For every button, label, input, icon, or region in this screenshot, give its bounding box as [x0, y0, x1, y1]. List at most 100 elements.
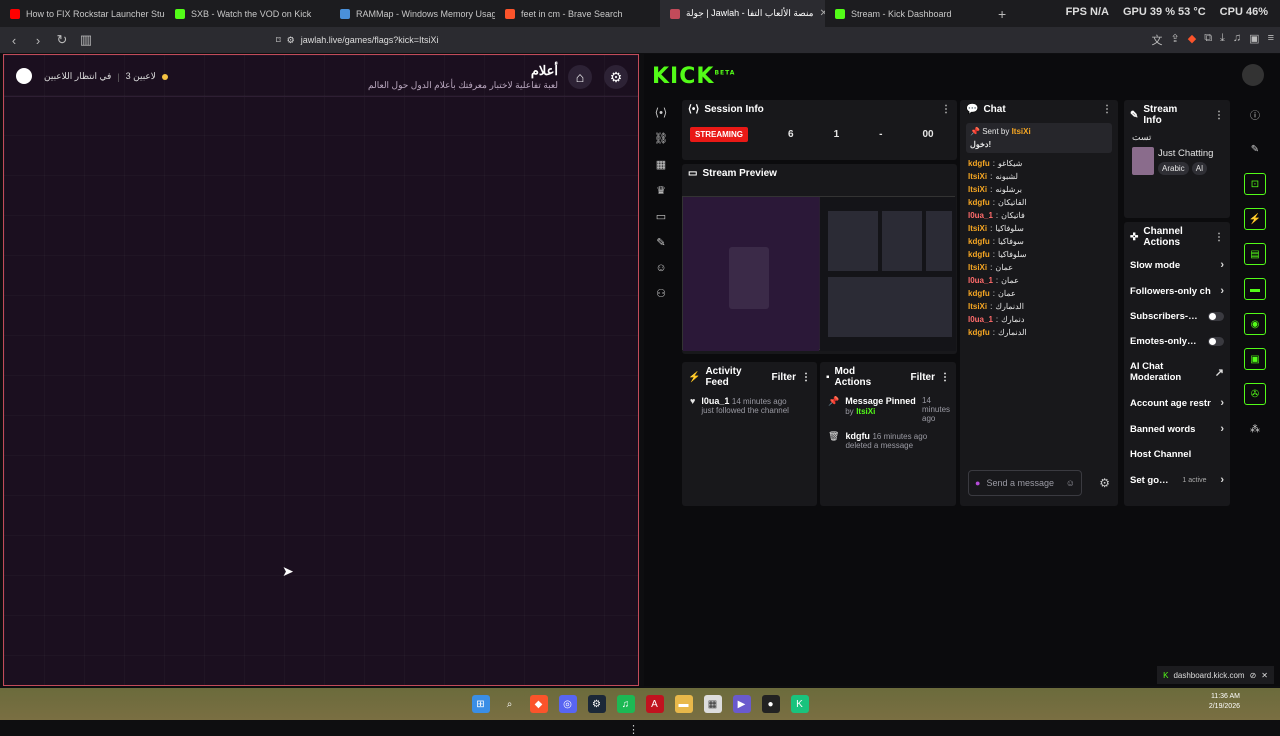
chat-message[interactable]: ItsiXi: عمان — [960, 261, 1118, 274]
chat-username[interactable]: kdgfu — [968, 250, 990, 259]
external-icon[interactable]: ↗ — [1215, 366, 1224, 379]
link-icon[interactable]: ⛓ — [654, 132, 668, 145]
pinned-user[interactable]: ItsiXi — [1012, 127, 1031, 136]
chat-message[interactable]: ItsiXi: لشبونه — [960, 170, 1118, 183]
chat-message[interactable]: l0ua_1: دنمارك — [960, 313, 1118, 326]
trophy-icon[interactable]: ♛ — [656, 184, 666, 197]
chat-username[interactable]: ItsiXi — [968, 263, 987, 272]
forward-icon[interactable]: › — [28, 33, 48, 48]
url-text[interactable]: jawlah.live/games/flags?kick=ItsiXi — [301, 35, 439, 45]
chat-username[interactable]: kdgfu — [968, 237, 990, 246]
reload-icon[interactable]: ↻ — [52, 32, 72, 48]
broadcast-icon[interactable]: ⟨•⟩ — [655, 106, 667, 119]
media-icon[interactable]: ▶ — [732, 695, 751, 713]
close-icon[interactable]: ✕ — [1261, 671, 1268, 680]
filter-button[interactable]: Filter — [772, 372, 796, 383]
layout-icon[interactable]: ▣ — [1244, 348, 1266, 370]
focus-icon[interactable]: ⊡ — [1244, 173, 1266, 195]
filter-button[interactable]: Filter — [911, 372, 935, 383]
edit-icon[interactable]: ✎ — [1244, 138, 1266, 160]
more-options-icon[interactable]: ⋮ — [628, 723, 639, 736]
chat-username[interactable]: kdgfu — [968, 289, 990, 298]
kick-app-icon[interactable]: K — [790, 695, 809, 713]
search-icon[interactable]: ⌕ — [501, 695, 519, 713]
new-tab-button[interactable]: + — [998, 6, 1006, 22]
store-icon[interactable]: ▦ — [703, 695, 722, 713]
community-icon[interactable]: ⚇ — [656, 287, 666, 300]
app-icon[interactable]: A — [645, 695, 664, 713]
doc-icon[interactable]: ▤ — [1244, 243, 1266, 265]
channel-action[interactable]: Subscribers-… — [1124, 304, 1230, 329]
chat-username[interactable]: kdgfu — [968, 159, 990, 168]
chat-username[interactable]: ItsiXi — [968, 185, 987, 194]
chat-message[interactable]: l0ua_1: فاتيكان — [960, 209, 1118, 222]
download-icon[interactable]: ⤓ — [1220, 32, 1225, 48]
clock[interactable]: 11:36 AM 2/19/2026 — [1209, 692, 1240, 712]
chat-username[interactable]: kdgfu — [968, 328, 990, 337]
chat-message[interactable]: kdgfu: عمان — [960, 287, 1118, 300]
home-icon[interactable]: ⌂ — [568, 65, 592, 89]
chat-bubble-icon[interactable]: ▬ — [1244, 278, 1266, 300]
channel-action[interactable]: Account age restr › — [1124, 390, 1230, 416]
avatar[interactable] — [16, 68, 32, 84]
users-icon[interactable]: ☺ — [655, 262, 666, 274]
chevron-right-icon[interactable]: › — [1220, 397, 1224, 409]
more-icon[interactable]: ⋮ — [1102, 104, 1112, 115]
chat-settings-icon[interactable]: ⚙ — [1099, 476, 1110, 490]
bookmark-icon[interactable]: ⌑ — [276, 35, 281, 46]
chat-message[interactable]: l0ua_1: عمان — [960, 274, 1118, 287]
channel-action[interactable]: Host Channel — [1124, 442, 1230, 467]
chat-message[interactable]: ItsiXi: سلوفاكيا — [960, 222, 1118, 235]
chat-username[interactable]: ItsiXi — [968, 224, 987, 233]
more-icon[interactable]: ⋮ — [941, 104, 951, 115]
toggle-switch[interactable] — [1208, 312, 1224, 321]
chat-username[interactable]: l0ua_1 — [968, 276, 993, 285]
share-icon[interactable]: ⇪ — [1171, 32, 1180, 48]
translate-icon[interactable]: 文 — [1152, 32, 1163, 48]
toggle-switch[interactable] — [1208, 337, 1224, 346]
dashboard-url-pill[interactable]: Kdashboard.kick.com ⊘ ✕ — [1157, 666, 1274, 684]
flash-icon[interactable]: ⚡ — [1244, 208, 1266, 230]
chevron-right-icon[interactable]: › — [1220, 259, 1224, 271]
mod-user[interactable]: kdgfu — [845, 431, 870, 441]
settings-gear-icon[interactable]: ⚙ — [604, 65, 628, 89]
brave-icon[interactable]: ◆ — [529, 695, 548, 713]
site-info-icon[interactable]: ⚙ — [287, 35, 295, 46]
pinned-message[interactable]: 📌 Sent by ItsiXi دخول! — [966, 123, 1112, 153]
chat-message[interactable]: kdgfu: سلوفاكيا — [960, 248, 1118, 261]
music-icon[interactable]: ♫ — [1233, 32, 1241, 48]
avatar[interactable] — [1242, 64, 1264, 86]
chat-message[interactable]: ItsiXi: برشلونه — [960, 183, 1118, 196]
menu-icon[interactable]: ≡ — [1268, 32, 1274, 48]
chat-username[interactable]: l0ua_1 — [968, 315, 993, 324]
obs-icon[interactable]: ● — [761, 695, 780, 713]
browser-tab[interactable]: feet in cm - Brave Search — [495, 0, 660, 27]
info-icon[interactable]: ⓘ — [1244, 103, 1266, 125]
chevron-right-icon[interactable]: › — [1220, 423, 1224, 435]
chat-username[interactable]: ItsiXi — [968, 172, 987, 181]
more-icon[interactable]: ⋮ — [940, 372, 950, 383]
chevron-right-icon[interactable]: › — [1220, 474, 1224, 486]
channel-action[interactable]: Set go… 1 active › — [1124, 467, 1230, 493]
extensions-icon[interactable]: ⧉ — [1204, 32, 1212, 48]
tools-icon[interactable]: ✎ — [656, 236, 665, 249]
channel-action[interactable]: AI Chat Moderation ↗ — [1124, 354, 1230, 390]
chat-message[interactable]: ItsiXi: الدنمارك — [960, 300, 1118, 313]
channel-action[interactable]: Banned words › — [1124, 416, 1230, 442]
mod-user[interactable]: ItsiXi — [856, 407, 875, 416]
more-icon[interactable]: ⋮ — [801, 372, 811, 383]
chevron-right-icon[interactable]: › — [1220, 285, 1224, 297]
back-icon[interactable]: ‹ — [4, 33, 24, 48]
channel-action[interactable]: Slow mode › — [1124, 252, 1230, 278]
analytics-icon[interactable]: ▦ — [656, 158, 666, 171]
chat-message[interactable]: kdgfu: سوفاكيا — [960, 235, 1118, 248]
signal-icon[interactable]: ◉ — [1244, 313, 1266, 335]
chat-message[interactable]: kdgfu: شيكاغو — [960, 157, 1118, 170]
browser-tab[interactable]: Stream - Kick Dashboard — [825, 0, 990, 27]
wrench-icon[interactable]: ✇ — [1244, 383, 1266, 405]
chat-message[interactable]: kdgfu: الفاتيكان — [960, 196, 1118, 209]
feed-user[interactable]: l0ua_1 — [701, 396, 729, 406]
share-icon[interactable]: ⁂ — [1244, 418, 1266, 440]
browser-tab[interactable]: SXB - Watch the VOD on Kick — [165, 0, 330, 27]
discord-icon[interactable]: ◎ — [558, 695, 577, 713]
